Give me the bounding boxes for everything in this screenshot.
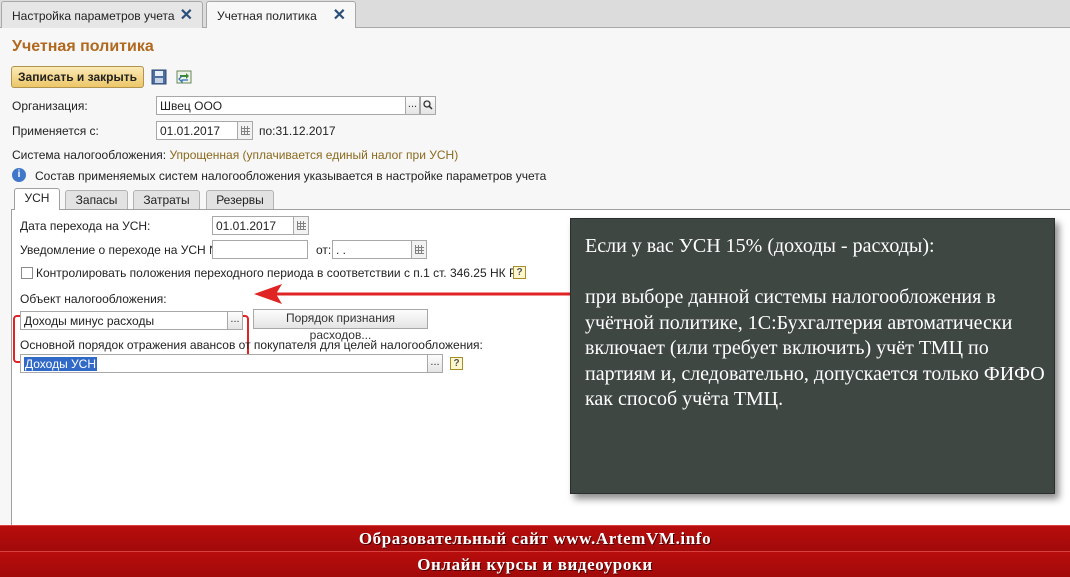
calendar-icon[interactable] (293, 216, 309, 235)
tab-settings[interactable]: Настройка параметров учета ✕ (1, 1, 203, 28)
close-icon[interactable]: ✕ (180, 5, 193, 25)
calendar-icon[interactable] (237, 121, 253, 140)
info-text: Состав применяемых систем налогообложени… (35, 169, 547, 183)
ellipsis-icon[interactable]: ... (405, 96, 420, 115)
page-title: Учетная политика (12, 38, 154, 55)
transition-date-label: Дата перехода на УСН: (20, 219, 151, 233)
ellipsis-icon[interactable]: ... (427, 354, 443, 373)
callout-heading: Если у вас УСН 15% (доходы - расходы): (585, 235, 935, 257)
help-icon[interactable]: ? (513, 266, 526, 279)
control-checkbox-label: Контролировать положения переходного пер… (36, 266, 526, 280)
callout-box: Если у вас УСН 15% (доходы - расходы): п… (570, 218, 1055, 494)
applies-from-field[interactable]: 01.01.2017 (156, 121, 238, 140)
notice-label: Уведомление о переходе на УСН №: (20, 243, 226, 257)
tax-system-value[interactable]: Упрощенная (уплачивается единый налог пр… (169, 148, 458, 162)
control-checkbox[interactable] (21, 267, 33, 279)
tax-system-label: Система налогообложения: (12, 148, 167, 162)
window-tab-bar: Настройка параметров учета ✕ Учетная пол… (0, 0, 1070, 29)
expense-order-button[interactable]: Порядок признания расходов... (253, 309, 428, 342)
arrow-icon (254, 284, 572, 304)
help-icon[interactable]: ? (450, 357, 463, 370)
applies-from-label: Применяется с: (12, 124, 99, 138)
notice-number-field[interactable] (212, 240, 308, 259)
notice-from-label: от: (316, 243, 332, 257)
tab-reserves[interactable]: Резервы (206, 190, 274, 209)
ellipsis-icon[interactable]: ... (227, 311, 243, 330)
calendar-icon[interactable] (411, 240, 427, 259)
tax-object-label: Объект налогообложения: (20, 292, 167, 306)
save-disk-icon[interactable] (151, 69, 167, 85)
tab-label: Настройка параметров учета (12, 9, 175, 23)
tax-system-row: Система налогообложения: Упрощенная (упл… (12, 148, 458, 162)
tab-inventory[interactable]: Запасы (65, 190, 128, 209)
advance-value: Доходы УСН (24, 357, 97, 371)
close-icon[interactable]: ✕ (333, 5, 346, 25)
save-and-close-button[interactable]: Записать и закрыть (11, 66, 144, 88)
tab-accounting-policy[interactable]: Учетная политика ✕ (206, 1, 356, 29)
applies-to-text: по:31.12.2017 (259, 124, 336, 138)
banner-courses: Онлайн курсы и видеоуроки (0, 551, 1070, 577)
info-icon: i (12, 168, 26, 182)
transition-date-field[interactable]: 01.01.2017 (212, 216, 294, 235)
search-icon[interactable] (420, 96, 436, 115)
advance-label: Основной порядок отражения авансов от по… (20, 338, 483, 352)
advance-field[interactable]: Доходы УСН (20, 354, 428, 373)
notice-date-field[interactable]: . . (332, 240, 412, 259)
tab-usn[interactable]: УСН (14, 188, 60, 210)
reread-icon[interactable] (176, 69, 192, 85)
tab-label: Учетная политика (217, 9, 317, 23)
organization-label: Организация: (12, 99, 88, 113)
banner-site: Образовательный сайт www.ArtemVM.info (0, 525, 1070, 551)
tab-costs[interactable]: Затраты (133, 190, 200, 209)
tax-object-field[interactable]: Доходы минус расходы (20, 311, 228, 330)
organization-field[interactable]: Швец ООО (156, 96, 406, 115)
callout-body: при выборе данной системы налогообложени… (585, 286, 1045, 410)
